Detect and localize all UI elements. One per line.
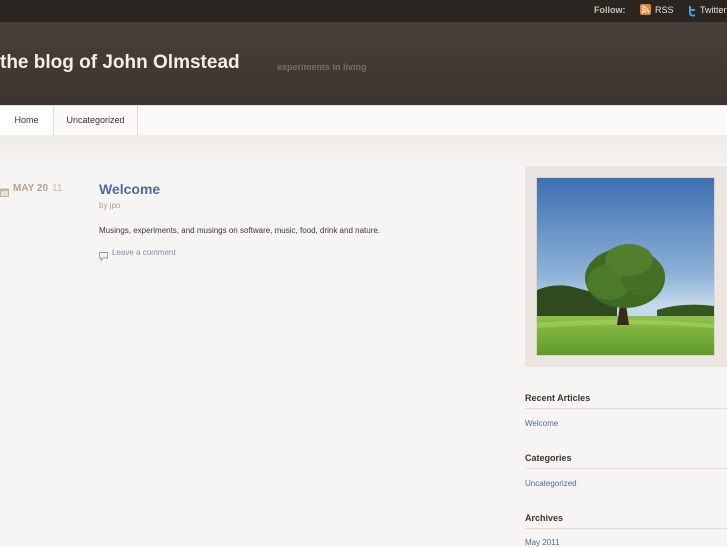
date-year: 11 bbox=[52, 183, 63, 194]
nav-item-home[interactable]: Home bbox=[0, 106, 54, 135]
post-author[interactable]: by jpo bbox=[99, 201, 120, 210]
divider bbox=[525, 528, 727, 529]
archive-link[interactable]: May 2011 bbox=[525, 538, 560, 547]
post-title[interactable]: Welcome bbox=[99, 181, 160, 197]
twitter-link[interactable]: Twitter bbox=[686, 4, 727, 17]
recent-article-link[interactable]: Welcome bbox=[525, 419, 558, 428]
content-top-band bbox=[0, 135, 727, 165]
twitter-icon bbox=[686, 4, 697, 17]
site-header: the blog of John Olmstead experiments in… bbox=[0, 22, 727, 105]
nav-item-uncategorized[interactable]: Uncategorized bbox=[54, 106, 138, 135]
leave-comment-label: Leave a comment bbox=[112, 248, 176, 257]
post-date: MAY 20 11 bbox=[0, 183, 63, 197]
tree-landscape-image bbox=[536, 177, 715, 356]
rss-label: RSS bbox=[655, 4, 674, 15]
comment-icon bbox=[99, 248, 108, 262]
top-bar: Follow: RSS Twitter bbox=[0, 0, 727, 22]
twitter-label: Twitter bbox=[700, 5, 727, 15]
rss-icon bbox=[640, 4, 651, 15]
divider bbox=[525, 468, 727, 469]
archives-title: Archives bbox=[525, 513, 564, 523]
site-title[interactable]: the blog of John Olmstead bbox=[0, 52, 240, 74]
calendar-icon bbox=[0, 184, 9, 197]
rss-link[interactable]: RSS bbox=[640, 4, 674, 15]
divider bbox=[525, 408, 727, 409]
follow-label: Follow: bbox=[594, 5, 626, 15]
category-link[interactable]: Uncategorized bbox=[525, 479, 577, 488]
post-body: Musings, experiments, and musings on sof… bbox=[99, 226, 381, 235]
sidebar-image-widget bbox=[525, 166, 727, 367]
site-tagline: experiments in living bbox=[277, 62, 367, 72]
leave-comment-link[interactable]: Leave a comment bbox=[99, 248, 176, 262]
main-nav: Home Uncategorized bbox=[0, 105, 727, 136]
date-month: MAY 20 bbox=[13, 183, 49, 194]
recent-articles-title: Recent Articles bbox=[525, 393, 591, 403]
categories-title: Categories bbox=[525, 453, 572, 463]
